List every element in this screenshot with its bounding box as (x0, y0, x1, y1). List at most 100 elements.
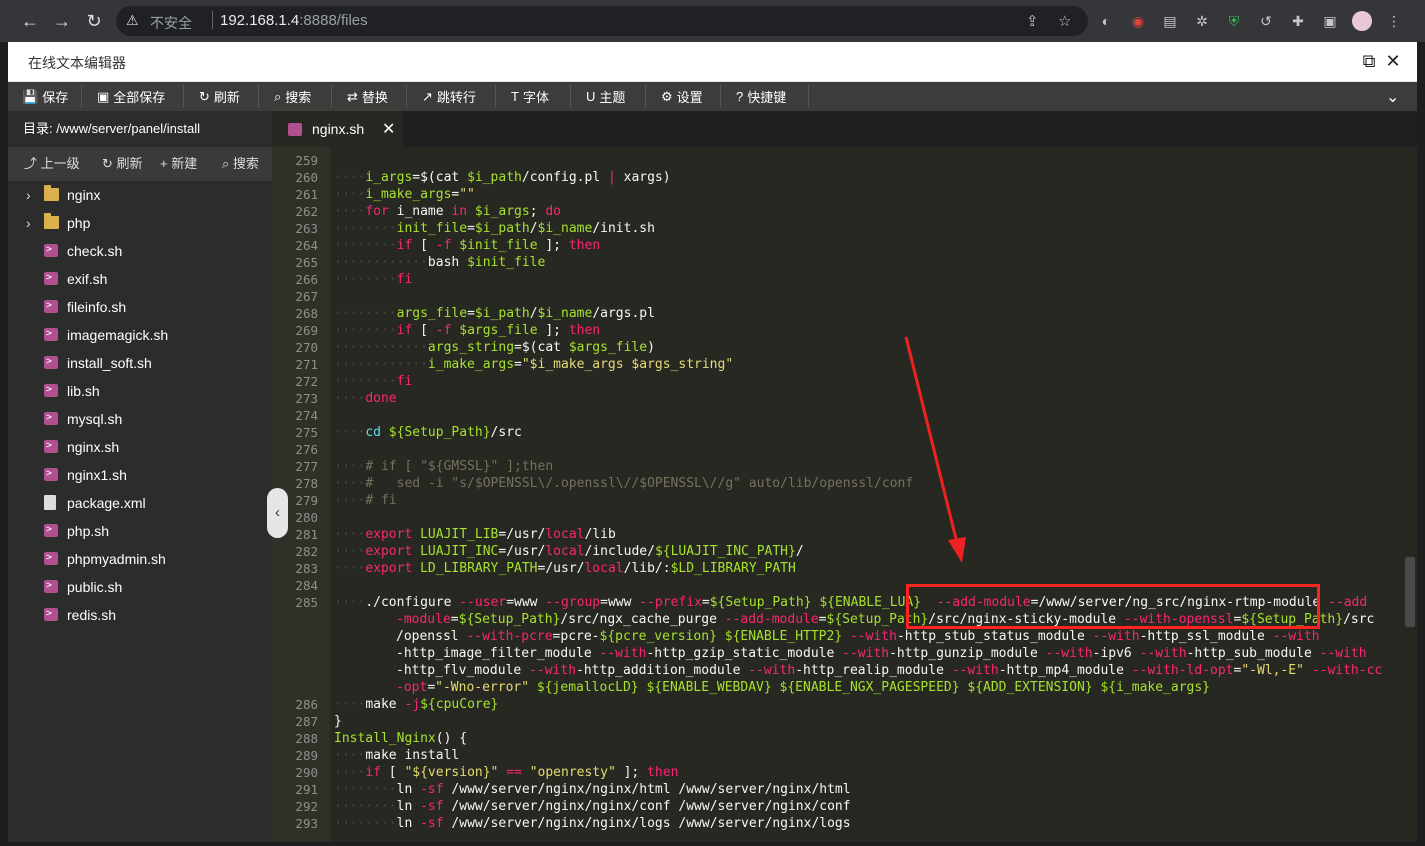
file-item[interactable]: redis.sh (8, 600, 272, 629)
editor-scrollbar[interactable] (1403, 147, 1417, 842)
code-token: / (529, 306, 538, 321)
file-item[interactable]: php.sh (8, 516, 272, 545)
refresh-icon: ↻ (199, 88, 210, 104)
file-item[interactable]: nginx.sh (8, 432, 272, 461)
code-line: ········if [ -f $init_file ]; then (334, 237, 600, 254)
code-token: =www (506, 595, 546, 610)
file-name: imagemagick.sh (67, 327, 169, 343)
shell-file-icon (44, 320, 58, 348)
code-token: local (545, 544, 585, 559)
up-level-button[interactable]: ⤴ 上一级 (24, 147, 80, 181)
chevron-right-icon[interactable]: › (26, 209, 31, 237)
code-line: -http_image_filter_module --with-http_gz… (396, 645, 1367, 662)
scrollbar-thumb[interactable] (1405, 557, 1415, 627)
extension-icon[interactable]: ◐ (1096, 11, 1116, 31)
reload-icon[interactable]: ↻ (82, 9, 106, 33)
sidepanel-icon[interactable]: ▣ (1320, 11, 1340, 31)
profile-avatar[interactable] (1352, 11, 1372, 31)
search-button[interactable]: ⌕ 搜索 (274, 82, 311, 111)
weibo-extension-icon[interactable]: ◉ (1128, 11, 1148, 31)
code-token: make install (365, 748, 460, 763)
file-item[interactable]: public.sh (8, 572, 272, 601)
font-button[interactable]: T 字体 (511, 82, 549, 111)
tab-close-icon[interactable]: ✕ (382, 119, 395, 139)
code-token: /src (490, 425, 522, 440)
code-token: ············ (334, 340, 428, 355)
highlight-annotation-box (906, 584, 1320, 629)
shortcuts-button[interactable]: ? 快捷键 (736, 82, 786, 111)
sidebar-collapse-chevron-icon[interactable]: ‹ (267, 488, 288, 538)
new-file-button[interactable]: + 新建 (160, 147, 197, 181)
reader-extension-icon[interactable]: ▤ (1160, 11, 1180, 31)
code-line: ········ln -sf /www/server/nginx/nginx/l… (334, 815, 851, 832)
settings-button[interactable]: ⚙ 设置 (661, 82, 703, 111)
save-button[interactable]: 💾 保存 (22, 82, 68, 111)
share-icon[interactable]: ⇪ (1026, 12, 1039, 30)
menu-kebab-icon[interactable]: ⋮ (1384, 11, 1404, 31)
code-token: -sf (420, 799, 444, 814)
file-item[interactable]: exif.sh (8, 264, 272, 293)
file-item[interactable]: phpmyadmin.sh (8, 544, 272, 573)
line-number: 265 (295, 255, 318, 270)
back-arrow-icon[interactable]: ← (18, 9, 42, 33)
translate-extension-icon[interactable]: ✲ (1192, 11, 1212, 31)
goto-line-button[interactable]: ↗ 跳转行 (422, 82, 476, 111)
code-token: / (795, 544, 804, 559)
code-token: # sed -i "s/$OPENSSL\/.openssl\//$OPENSS… (365, 476, 914, 491)
code-token: if (396, 238, 413, 253)
file-item[interactable]: nginx1.sh (8, 460, 272, 489)
toolbar-collapse-chevron-icon[interactable]: ⌄ (1386, 82, 1399, 111)
line-number: 262 (295, 204, 318, 219)
replace-button[interactable]: ⇄ 替换 (347, 82, 388, 111)
code-line: ········if [ -f $args_file ]; then (334, 322, 600, 339)
code-token: = (467, 306, 475, 321)
code-line: ········ln -sf /www/server/nginx/nginx/h… (334, 781, 851, 798)
forward-arrow-icon[interactable]: → (50, 9, 74, 33)
file-item[interactable]: mysql.sh (8, 404, 272, 433)
code-token: $i_path (467, 170, 522, 185)
file-item[interactable]: fileinfo.sh (8, 292, 272, 321)
sidebar-refresh-button[interactable]: ↻ 刷新 (102, 147, 143, 181)
file-item[interactable]: install_soft.sh (8, 348, 272, 377)
line-number: 263 (295, 221, 318, 236)
code-editor[interactable]: 259 260 261 262 263 264 265 266 267 268 269 270 271 2… (272, 147, 1417, 842)
toolbar-divider (645, 85, 646, 108)
file-item[interactable]: check.sh (8, 236, 272, 265)
close-icon[interactable]: ✕ (1382, 50, 1404, 72)
shell-file-icon (44, 460, 58, 488)
code-token: ········ (334, 374, 397, 389)
theme-button[interactable]: U 主题 (586, 82, 625, 111)
line-number: 284 (295, 578, 318, 593)
shield-extension-icon[interactable]: ⛨ (1224, 11, 1244, 31)
browser-chrome: ← → ↻ ⚠ 不安全 192.168.1.4:8888/files ⇪ ☆ ◐… (0, 0, 1425, 42)
code-token: make (365, 697, 405, 712)
file-item[interactable]: imagemagick.sh (8, 320, 272, 349)
chevron-right-icon[interactable]: › (26, 181, 31, 209)
code-token: --with (599, 646, 647, 661)
code-token: ········ (334, 238, 397, 253)
code-token: --with (1092, 629, 1140, 644)
code-token: $i_args (474, 204, 530, 219)
line-number: 285 (295, 595, 318, 610)
address-bar[interactable]: ⚠ 不安全 192.168.1.4:8888/files ⇪ ☆ (116, 6, 1088, 36)
puzzle-extensions-icon[interactable]: ✚ (1288, 11, 1308, 31)
save-all-button[interactable]: ▣ 全部保存 (97, 82, 165, 111)
file-item[interactable]: package.xml (8, 489, 272, 517)
folder-item[interactable]: › nginx (8, 181, 272, 209)
folder-item[interactable]: › php (8, 209, 272, 237)
code-token: [ (380, 765, 405, 780)
bookmark-star-icon[interactable]: ☆ (1058, 12, 1071, 30)
maximize-icon[interactable]: ⧉ (1358, 50, 1380, 72)
sync-extension-icon[interactable]: ↺ (1256, 11, 1276, 31)
code-token: ./configure (365, 595, 460, 610)
code-token: ···· (334, 459, 366, 474)
code-token: /www/server/nginx/nginx/conf /www/server… (443, 799, 851, 814)
sidebar-search-button[interactable]: ⌕ 搜索 (222, 147, 259, 181)
code-token: export (365, 527, 413, 542)
refresh-button[interactable]: ↻ 刷新 (199, 82, 240, 111)
file-item[interactable]: lib.sh (8, 376, 272, 405)
tab-nginx-sh[interactable]: nginx.sh ✕ (272, 111, 402, 147)
code-token: /include/ (584, 544, 655, 559)
